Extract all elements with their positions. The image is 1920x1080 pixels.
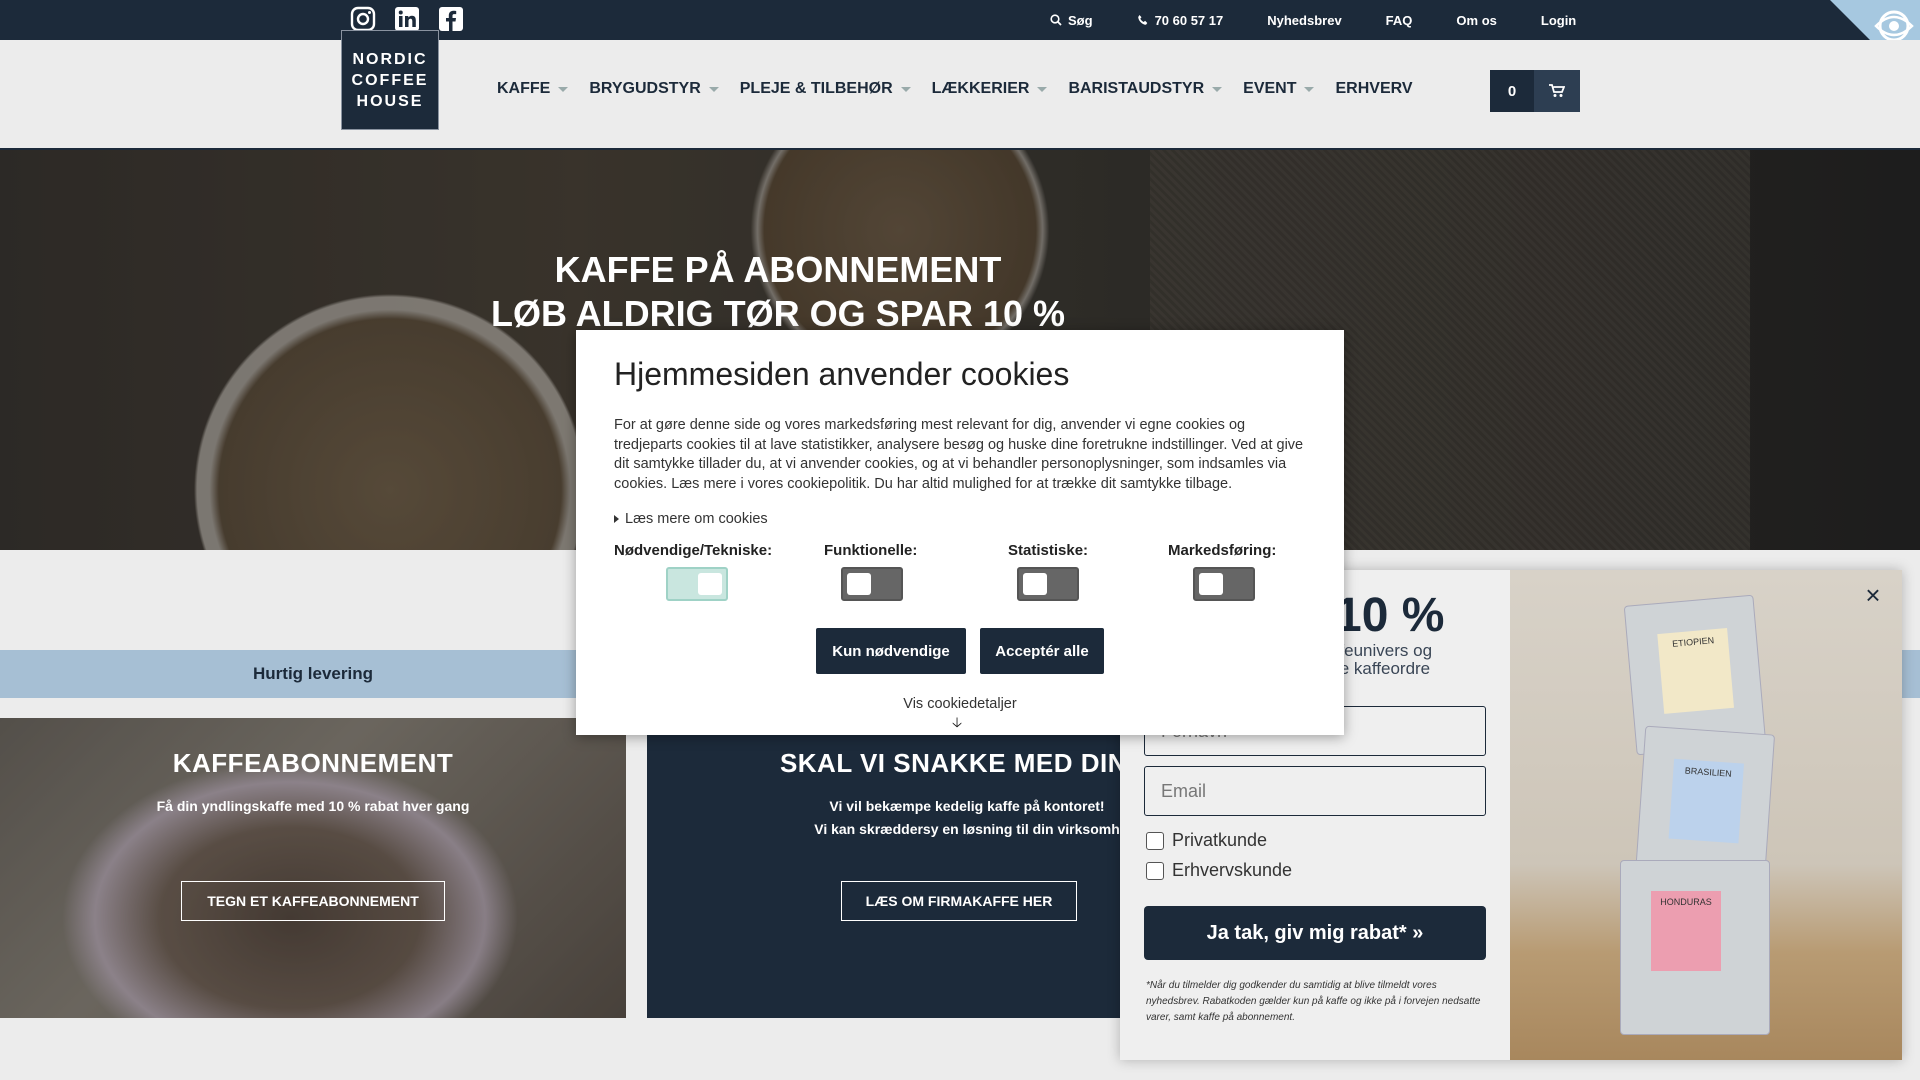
nav-label: LÆKKERIER [931,80,1030,97]
newsletter-teaser-line-1: ffeunivers og [1335,641,1433,660]
cookie-details-link[interactable]: Vis cookiedetaljer [576,696,1344,712]
coffee-bag: HONDURAS [1620,860,1770,1035]
necessary-only-button[interactable]: Kun nødvendige [816,628,966,674]
cart-button[interactable]: 0 [1490,70,1580,112]
coffee-bags-image: ETIOPIEN BRASILIEN HONDURAS [1510,570,1902,1060]
nav-item-pleje-tilbehoer[interactable]: PLEJE & TILBEHØR [740,80,911,98]
nav-item-event[interactable]: EVENT [1243,80,1315,98]
caret-down-icon [708,86,719,92]
logo-line-2: COFFEE [351,71,429,89]
newsletter-link[interactable]: Nyhedsbrev [1267,13,1341,28]
email-field[interactable]: Email [1144,766,1486,816]
business-coffee-button[interactable]: LÆS OM FIRMAKAFFE HER [841,881,1077,921]
search-icon [1050,14,1062,26]
nav-item-kaffe[interactable]: KAFFE [497,80,569,98]
accept-all-button[interactable]: Acceptér alle [980,628,1104,674]
cart-count: 0 [1490,70,1534,112]
cookie-title: Hjemmesiden anvender cookies [614,356,1070,392]
triangle-right-icon [614,515,619,523]
nav-item-brygudstyr[interactable]: BRYGUDSTYR [589,80,719,98]
toggle-knob [698,573,722,595]
nav-label: KAFFE [497,80,551,97]
nav-item-laekkerier[interactable]: LÆKKERIER [932,80,1048,98]
phone-link[interactable]: 70 60 57 17 [1137,12,1224,28]
top-nav: Søg 70 60 57 17 Nyhedsbrev FAQ Om os Log… [1050,0,1620,40]
category-statistics-label: Statistiske: [1008,542,1089,559]
arrow-down-icon: 🡣 [952,714,963,730]
checkbox-label: Privatkunde [1172,830,1268,850]
category-functional-label: Funktionelle: [824,542,918,559]
checkbox-box [1146,831,1164,850]
instagram-icon[interactable] [350,6,376,32]
bag-label: HONDURAS [1651,891,1721,971]
nav-label: BARISTAUDSTYR [1068,80,1205,97]
search-link[interactable]: Søg [1050,13,1093,28]
nav-label: PLEJE & TILBEHØR [739,80,893,97]
logo-line-3: HOUSE [356,92,424,110]
toggle-knob [847,573,871,595]
newsletter-discount: 10 % [1335,589,1445,642]
category-marketing-label: Markedsføring: [1168,542,1277,559]
business-customer-checkbox[interactable]: Erhvervskunde [1146,860,1292,881]
hero-title-line-1: KAFFE PÅ ABONNEMENT [554,249,1002,290]
newsletter-fine-print: *Når du tilmelder dig godkender du samti… [1146,980,1481,1023]
subscribe-button[interactable]: TEGN ET KAFFEABONNEMENT [181,881,445,921]
subscription-card: KAFFEABONNEMENT Få din yndlingskaffe med… [0,718,626,1018]
facebook-icon[interactable] [438,6,464,32]
toggle-knob [1023,573,1047,595]
checkbox-label: Erhvervskunde [1172,860,1293,880]
caret-down-icon [558,86,569,92]
top-bar: Søg 70 60 57 17 Nyhedsbrev FAQ Om os Log… [0,0,1920,90]
logo-line-1: NORDIC [352,50,428,68]
bag-label: BRASILIEN [1668,758,1744,844]
faq-link[interactable]: FAQ [1386,13,1413,28]
toggle-statistics[interactable] [1017,567,1079,601]
nav-label: ERHVERV [1335,80,1413,97]
about-link[interactable]: Om os [1456,13,1496,28]
category-necessary-label: Nødvendige/Tekniske: [614,542,773,559]
newsletter-teaser: ffeunivers og te kaffeordre [1335,642,1432,678]
cookie-read-more-label: Læs mere om cookies [625,511,768,527]
subscription-card-subtitle: Få din yndlingskaffe med 10 % rabat hver… [156,798,470,814]
main-nav: KAFFE BRYGUDSTYR PLEJE & TILBEHØR LÆKKER… [497,40,1434,140]
private-customer-checkbox[interactable]: Privatkunde [1146,830,1267,851]
bag-label: ETIOPIEN [1657,628,1735,714]
nav-item-erhverv[interactable]: ERHVERV [1335,80,1412,98]
phone-number: 70 60 57 17 [1154,12,1224,28]
phone-icon [1137,15,1147,25]
caret-down-icon [1212,86,1223,92]
cookie-read-more[interactable]: Læs mere om cookies [614,511,768,527]
nav-label: EVENT [1243,80,1297,97]
checkbox-box [1146,861,1164,880]
cart-icon [1534,70,1580,112]
close-icon[interactable]: × [1861,582,1885,608]
nav-label: BRYGUDSTYR [589,80,701,97]
get-discount-button[interactable]: Ja tak, giv mig rabat* » [1144,906,1486,960]
caret-down-icon [900,86,911,92]
nav-item-baristaudstyr[interactable]: BARISTAUDSTYR [1068,80,1223,98]
login-link[interactable]: Login [1541,13,1576,28]
cookie-text: For at gøre denne side og vores markedsf… [614,417,1304,492]
toggle-knob [1199,573,1223,595]
caret-down-icon [1304,86,1315,92]
toggle-functional[interactable] [841,567,903,601]
search-label: Søg [1068,12,1093,28]
subscription-card-title: KAFFEABONNEMENT [172,748,454,778]
site-logo[interactable]: NORDIC COFFEE HOUSE [341,30,439,130]
social-links [350,6,464,32]
cookie-dialog: Hjemmesiden anvender cookies For at gøre… [576,330,1344,735]
linkedin-icon[interactable] [394,6,420,32]
caret-down-icon [1037,86,1048,92]
toggle-necessary[interactable] [666,567,728,601]
toggle-marketing[interactable] [1193,567,1255,601]
usp-fast-delivery: Hurtig levering [253,664,373,683]
newsletter-teaser-line-2: te kaffeordre [1335,659,1431,678]
